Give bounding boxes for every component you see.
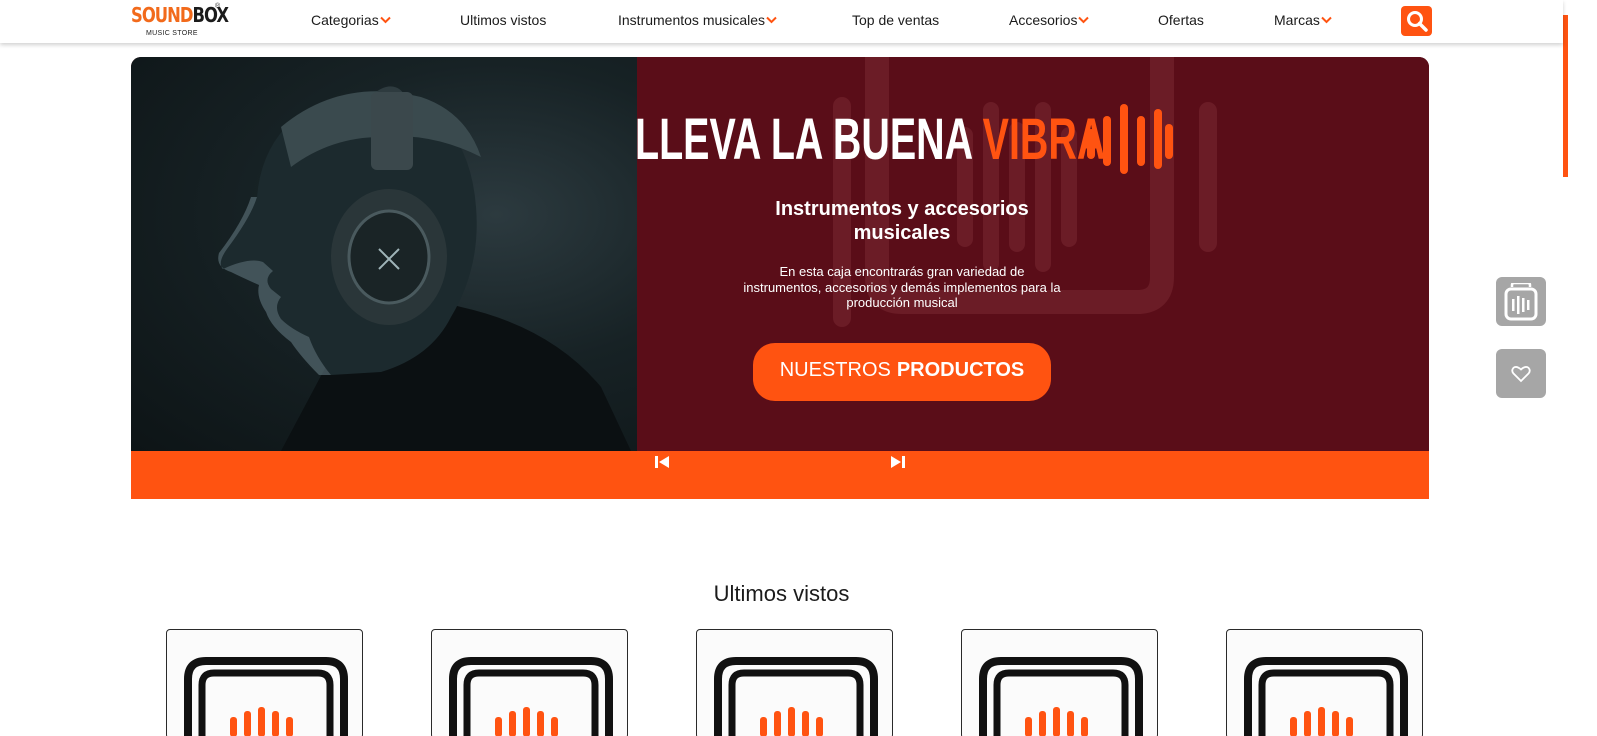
cta-label-bold: PRODUCTOS <box>896 359 1025 381</box>
nav-label: Ultimos vistos <box>460 12 547 28</box>
nav-instrumentos-musicales[interactable]: Instrumentos musicales <box>618 12 777 28</box>
product-card[interactable] <box>166 629 363 736</box>
hero-title: LLEVA LA BUENA VIBRA <box>635 107 1106 172</box>
nav-label: Categorias <box>311 12 379 28</box>
hero-controls-bar <box>131 451 1429 499</box>
heart-icon <box>1511 365 1531 382</box>
skip-previous-icon[interactable] <box>653 454 671 470</box>
nav-categorias[interactable]: Categorias <box>311 12 391 28</box>
soundbox-logo-icon <box>184 657 348 736</box>
hero-image-man-with-headphones <box>131 57 638 451</box>
nav-label: Ofertas <box>1158 12 1204 28</box>
soundbox-logo-icon <box>714 657 878 736</box>
logo-registered-mark: ® <box>215 3 221 10</box>
section-title-ultimos-vistos: Ultimos vistos <box>713 581 850 606</box>
product-card[interactable] <box>696 629 893 736</box>
product-card[interactable] <box>1226 629 1423 736</box>
product-card[interactable] <box>431 629 628 736</box>
nav-label: Top de ventas <box>852 12 940 28</box>
chevron-down-icon <box>379 16 391 24</box>
logo-wordmark: SOUNDBOX <box>131 3 229 27</box>
scrollbar-thumb[interactable] <box>1563 15 1568 177</box>
chevron-down-icon <box>766 16 777 24</box>
chevron-down-icon <box>1078 16 1090 24</box>
favorites-button[interactable] <box>1496 349 1546 398</box>
soundbox-logo-icon <box>449 657 613 736</box>
hero-subtitle: Instrumentos y accesorios musicales <box>775 198 1029 244</box>
nav-marcas[interactable]: Marcas <box>1274 12 1332 28</box>
hero-description: En esta caja encontrarás gran variedad d… <box>743 264 1061 310</box>
search-icon <box>1406 11 1428 32</box>
nav-label: Instrumentos musicales <box>618 12 766 28</box>
nav-label: Marcas <box>1274 12 1320 28</box>
soundbox-logo-icon <box>1244 657 1408 736</box>
nav-ultimos-vistos[interactable]: Ultimos vistos <box>460 12 546 28</box>
search-button[interactable] <box>1401 6 1432 36</box>
chevron-down-icon <box>1321 16 1332 24</box>
nav-accesorios[interactable]: Accesorios <box>1009 12 1090 28</box>
product-card[interactable] <box>961 629 1158 736</box>
nav-label: Accesorios <box>1009 12 1078 28</box>
cart-box-icon <box>1504 282 1538 320</box>
logo-tagline: MUSIC STORE <box>146 30 198 37</box>
soundbox-logo[interactable]: SOUNDBOX ® MUSIC STORE <box>131 3 229 41</box>
nav-ofertas[interactable]: Ofertas <box>1158 12 1204 28</box>
nav-top-de-ventas[interactable]: Top de ventas <box>852 12 939 28</box>
page-scrollbar[interactable] <box>1563 0 1597 736</box>
cta-label-light: NUESTROS <box>779 359 891 381</box>
nuestros-productos-button[interactable]: NUESTROS PRODUCTOS <box>753 343 1051 401</box>
sound-wave-icon <box>1087 104 1173 174</box>
soundbox-logo-icon <box>979 657 1143 736</box>
skip-next-icon[interactable] <box>889 454 907 470</box>
top-navbar: SOUNDBOX ® MUSIC STORE Categorias Ultimo… <box>0 0 1563 43</box>
cart-button[interactable] <box>1496 277 1546 326</box>
man-headphones-illustration <box>218 86 631 451</box>
